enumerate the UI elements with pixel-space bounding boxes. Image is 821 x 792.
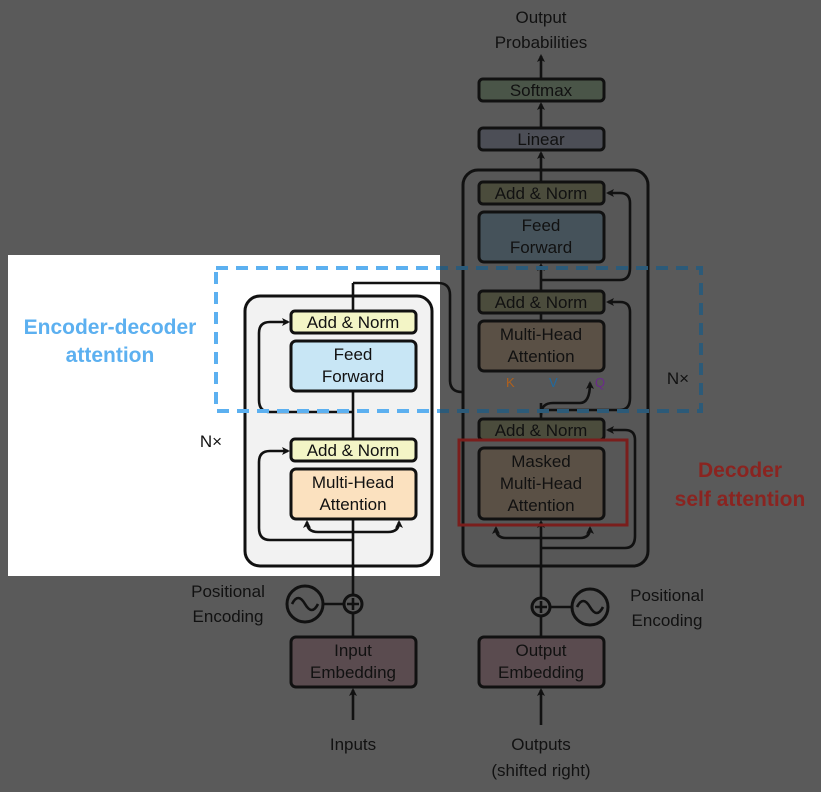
encoder-ff-label-1: Feed: [334, 345, 373, 364]
encoder-mha-label-1: Multi-Head: [312, 473, 394, 492]
decoder-add-norm-1-label: Add & Norm: [495, 184, 588, 203]
transformer-diagram: Add & Norm Feed Forward Add & Norm Multi…: [0, 0, 821, 792]
encoder-pos-enc-label-2: Encoding: [193, 607, 264, 626]
decoder-self-attention-label-2: self attention: [675, 488, 806, 511]
softmax-label: Softmax: [510, 81, 573, 100]
encoder-nx-label: N×: [200, 432, 222, 451]
v-label: V: [549, 375, 558, 390]
outputs-label-1: Outputs: [511, 735, 571, 754]
decoder-add-norm-2-label: Add & Norm: [495, 293, 588, 312]
masked-label-3: Attention: [507, 496, 574, 515]
decoder-ff-label-1: Feed: [522, 216, 561, 235]
output-probabilities-label-2: Probabilities: [495, 33, 588, 52]
decoder-nx-label: N×: [667, 369, 689, 388]
output-embedding-label-2: Embedding: [498, 663, 584, 682]
encoder-add-norm-top-label: Add & Norm: [307, 313, 400, 332]
encoder-ff-label-2: Forward: [322, 367, 384, 386]
encoder-pos-enc-label-1: Positional: [191, 582, 265, 601]
encoder-add-norm-bottom-label: Add & Norm: [307, 441, 400, 460]
enc-dec-attention-label-1: Encoder-decoder: [24, 316, 197, 339]
k-label: K: [506, 375, 515, 390]
q-label: Q: [595, 375, 605, 390]
decoder-self-attention-label-1: Decoder: [698, 459, 782, 482]
input-embedding-label-2: Embedding: [310, 663, 396, 682]
linear-label: Linear: [517, 130, 565, 149]
input-embedding-label-1: Input: [334, 641, 372, 660]
decoder-pos-enc-label-1: Positional: [630, 586, 704, 605]
enc-dec-attention-label-2: attention: [66, 344, 155, 367]
decoder-mha-label-1: Multi-Head: [500, 325, 582, 344]
decoder-mha-label-2: Attention: [507, 347, 574, 366]
output-probabilities-label-1: Output: [515, 8, 566, 27]
decoder-add-norm-3-label: Add & Norm: [495, 421, 588, 440]
encoder-mha-label-2: Attention: [319, 495, 386, 514]
output-embedding-label-1: Output: [515, 641, 566, 660]
decoder-ff-label-2: Forward: [510, 238, 572, 257]
encoder-block: [243, 294, 434, 568]
decoder-pos-enc-label-2: Encoding: [632, 611, 703, 630]
masked-label-2: Multi-Head: [500, 474, 582, 493]
masked-label-1: Masked: [511, 452, 571, 471]
inputs-label: Inputs: [330, 735, 376, 754]
outputs-label-2: (shifted right): [491, 761, 590, 780]
